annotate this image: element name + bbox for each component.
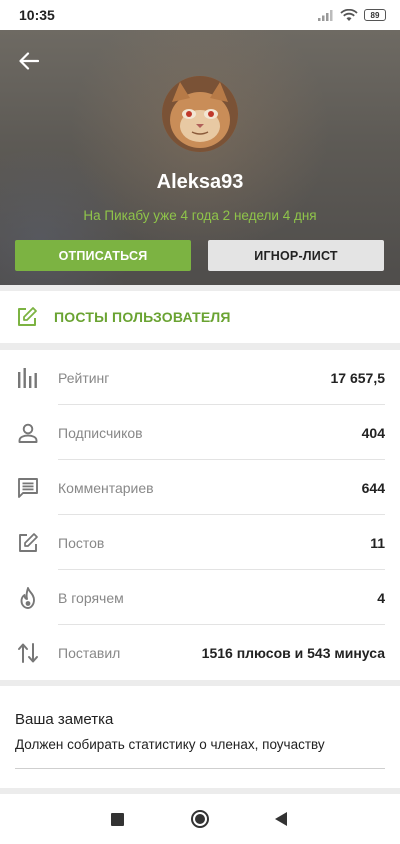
stat-row-hot: В горячем 4 <box>0 570 400 625</box>
circle-icon <box>191 810 209 828</box>
stat-row-subscribers: Подписчиков 404 <box>0 405 400 460</box>
back-arrow-icon <box>19 52 39 70</box>
ignore-list-button[interactable]: ИГНОР-ЛИСТ <box>208 240 384 271</box>
system-nav-bar <box>0 794 400 844</box>
stat-value: 644 <box>361 479 385 496</box>
note-underline <box>15 768 385 769</box>
note-text[interactable]: Должен собирать статистику о членах, поу… <box>15 737 325 752</box>
status-bar: 10:35 89 <box>0 0 400 30</box>
stat-value: 11 <box>370 534 385 551</box>
stat-label: Постов <box>58 534 105 551</box>
stat-row-comments: Комментариев 644 <box>0 460 400 515</box>
stat-value: 404 <box>361 424 385 441</box>
signal-icon <box>318 10 333 21</box>
person-icon <box>16 421 40 445</box>
stat-label: В горячем <box>58 589 124 606</box>
status-time: 10:35 <box>19 7 55 23</box>
up-down-arrows-icon <box>16 641 40 665</box>
user-posts-label: ПОСТЫ ПОЛЬЗОВАТЕЛЯ <box>54 309 231 325</box>
username: Aleksa93 <box>156 171 244 193</box>
comment-icon <box>16 476 40 500</box>
profile-header: Aleksa93 На Пикабу уже 4 года 2 недели 4… <box>0 30 400 285</box>
stat-label: Подписчиков <box>58 424 143 441</box>
unsubscribe-button[interactable]: ОТПИСАТЬСЯ <box>15 240 191 271</box>
edit-icon <box>18 307 37 326</box>
stat-label: Комментариев <box>58 479 154 496</box>
avatar[interactable] <box>162 76 238 152</box>
stat-value: 4 <box>377 589 385 606</box>
edit-icon <box>16 531 40 555</box>
note-card: Ваша заметка Должен собирать статистику … <box>0 686 400 788</box>
stat-row-rating: Рейтинг 17 657,5 <box>0 350 400 405</box>
stat-value: 17 657,5 <box>330 369 386 386</box>
status-indicators: 89 <box>318 8 386 22</box>
fire-icon <box>16 586 40 610</box>
square-icon <box>110 812 124 826</box>
user-posts-button[interactable]: ПОСТЫ ПОЛЬЗОВАТЕЛЯ <box>0 291 400 343</box>
note-title: Ваша заметка <box>15 711 114 728</box>
stat-label: Поставил <box>58 644 121 661</box>
cat-avatar-image <box>162 76 238 152</box>
back-button[interactable] <box>14 46 44 76</box>
recents-button[interactable] <box>107 809 127 829</box>
stat-value: 1516 плюсов и 543 минуса <box>201 644 385 661</box>
stats-list: Рейтинг 17 657,5 Подписчиков 404 Коммент… <box>0 350 400 680</box>
triangle-back-icon <box>275 812 287 826</box>
member-since: На Пикабу уже 4 года 2 недели 4 дня <box>83 208 317 223</box>
rating-bars-icon <box>16 366 40 390</box>
home-button[interactable] <box>190 809 210 829</box>
wifi-icon <box>340 8 358 21</box>
back-nav-button[interactable] <box>271 809 291 829</box>
stat-row-votes: Поставил 1516 плюсов и 543 минуса <box>0 625 400 680</box>
battery-icon: 89 <box>364 9 386 21</box>
stat-label: Рейтинг <box>58 369 110 386</box>
stat-row-posts: Постов 11 <box>0 515 400 570</box>
battery-level: 89 <box>370 10 380 20</box>
